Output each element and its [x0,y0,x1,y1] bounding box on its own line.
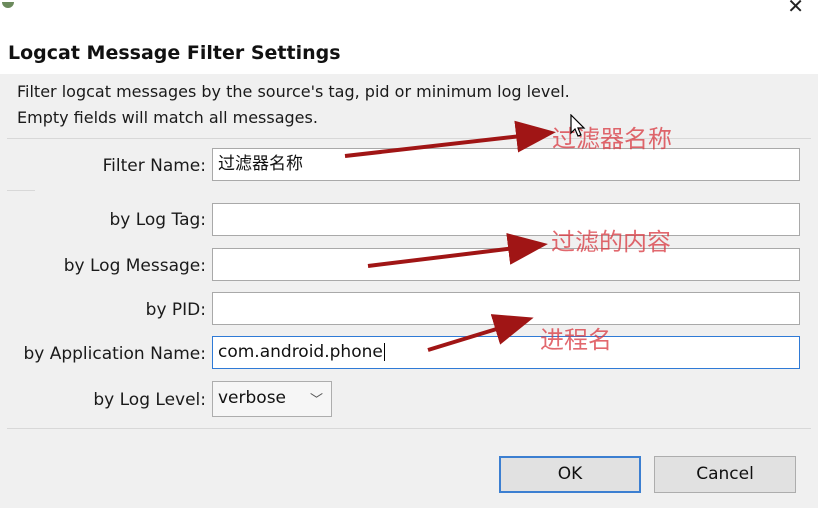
log-tag-label: by Log Tag: [109,210,206,230]
dialog-title: Logcat Message Filter Settings [8,42,341,64]
application-name-input[interactable]: com.android.phone [212,336,800,369]
filter-name-input[interactable]: 过滤器名称 [212,148,800,181]
title-bar: ✕ [0,0,818,34]
close-icon[interactable]: ✕ [787,0,804,18]
log-level-label: by Log Level: [93,390,206,410]
filter-name-value: 过滤器名称 [218,154,303,174]
log-message-label: by Log Message: [63,256,206,276]
filter-name-label: Filter Name: [102,156,206,176]
content-annotation: 过滤的内容 [551,228,671,256]
cancel-button[interactable]: Cancel [654,456,796,493]
footer-separator [7,428,811,429]
application-name-value: com.android.phone [218,342,383,362]
dialog-content: Filter logcat messages by the source's t… [0,74,818,508]
log-level-select[interactable]: verbose ﹀ [212,381,332,417]
mouse-pointer-icon [570,114,586,137]
log-tag-input[interactable] [212,203,800,236]
app-icon [2,2,14,8]
application-name-label: by Application Name: [23,344,206,364]
description-line-2: Empty fields will match all messages. [17,108,318,127]
chevron-down-icon: ﹀ [309,393,323,408]
pid-input[interactable] [212,292,800,325]
group-separator [7,190,35,191]
dialog-header: Logcat Message Filter Settings [0,34,818,74]
pid-label: by PID: [145,300,206,320]
text-caret [383,343,385,361]
process-annotation: 进程名 [540,326,612,354]
description-line-1: Filter logcat messages by the source's t… [17,82,570,101]
ok-button[interactable]: OK [499,456,641,493]
log-message-input[interactable] [212,248,800,281]
log-level-value: verbose [218,388,287,408]
header-separator [7,138,811,139]
